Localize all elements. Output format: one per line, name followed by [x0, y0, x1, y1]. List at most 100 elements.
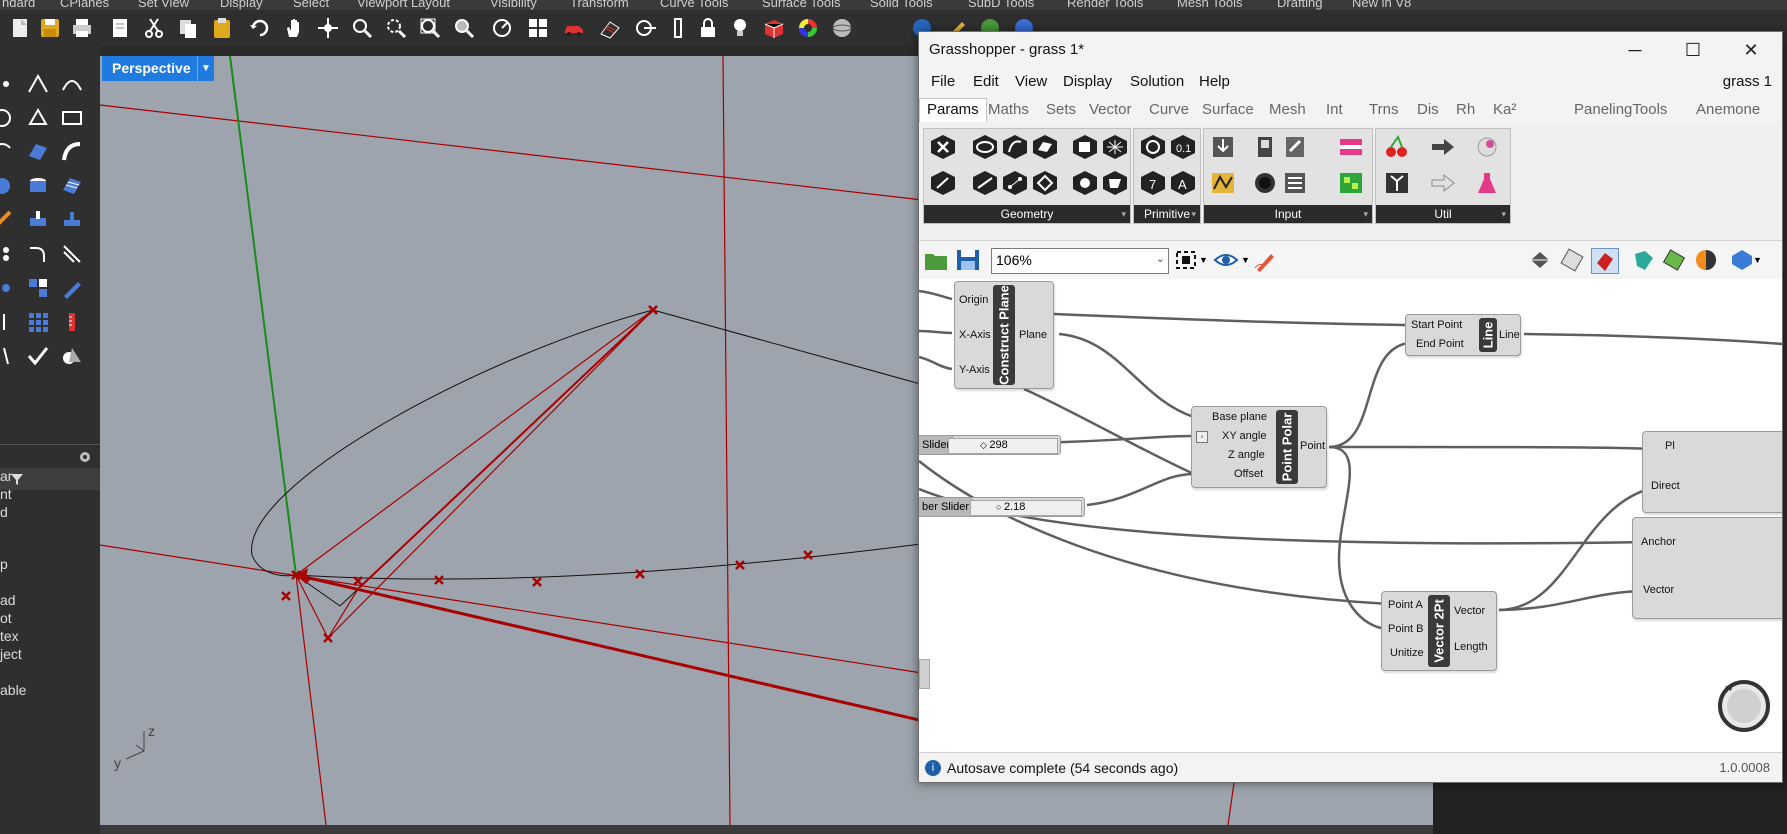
light-bulb-icon[interactable] [728, 16, 752, 40]
input-port-vector[interactable]: Vector [1643, 584, 1674, 596]
input-port-offset[interactable]: Offset [1234, 468, 1263, 480]
geometry-cache-icon[interactable] [1100, 169, 1130, 197]
line-param-icon[interactable] [970, 169, 1000, 197]
bake-icon[interactable] [1631, 248, 1657, 272]
rhino-tab[interactable]: SubD Tools [968, 0, 1034, 10]
array-grid-icon[interactable] [26, 276, 50, 300]
point-polar-component[interactable]: Base plane ◦ XY angle Z angle Offset Poi… [1191, 406, 1327, 488]
material-icon[interactable] [1693, 248, 1719, 272]
value-list-icon[interactable] [1280, 169, 1310, 197]
import-icon[interactable] [1208, 133, 1238, 161]
rhino-tab[interactable]: Drafting [1277, 0, 1323, 10]
rhino-tab[interactable]: Render Tools [1067, 0, 1143, 10]
input-port-x-axis[interactable]: X-Axis [959, 329, 991, 341]
rhino-tab[interactable]: Viewport Layout [357, 0, 450, 10]
panel-expand-icon[interactable]: ▾ [1121, 205, 1126, 223]
tab-params[interactable]: Params [919, 98, 987, 124]
text-param-icon[interactable]: A [1168, 169, 1198, 197]
tree-icon[interactable] [1382, 169, 1412, 197]
rhino-tab[interactable]: Mesh Tools [1177, 0, 1243, 10]
tab-ka2[interactable]: Ka² [1493, 101, 1516, 118]
title-bar[interactable]: Grasshopper - grass 1* ─ ☐ ✕ [919, 32, 1782, 68]
surface-icon[interactable] [26, 140, 50, 164]
print-icon[interactable] [70, 16, 94, 40]
number-param-icon[interactable]: 0.1 [1168, 133, 1198, 161]
zoom-window-icon[interactable] [384, 16, 408, 40]
chevron-down-icon[interactable]: ▼ [1199, 255, 1208, 265]
tab-curve[interactable]: Curve [1149, 101, 1189, 118]
minimize-icon[interactable]: ─ [1606, 32, 1664, 68]
bake-green-icon[interactable] [1661, 248, 1687, 272]
box-render-icon[interactable] [762, 16, 786, 40]
vector-2pt-component[interactable]: Point A Point B Unitize Vector 2Pt Vecto… [1381, 591, 1497, 671]
navigation-dial-icon[interactable] [1715, 677, 1773, 735]
arc-icon[interactable] [0, 140, 14, 164]
points-icon[interactable] [0, 242, 14, 266]
surface-param-icon[interactable] [1030, 133, 1060, 161]
sketch-icon[interactable] [1253, 248, 1279, 272]
rhino-tab[interactable]: Transform [570, 0, 629, 10]
panel-expand-icon[interactable]: ▾ [1501, 205, 1506, 223]
rhino-tab[interactable]: ndard [2, 0, 35, 10]
cut-icon[interactable] [142, 16, 166, 40]
viewport-tab[interactable]: Perspective ▼ [102, 56, 214, 81]
gumball-icon[interactable] [634, 16, 658, 40]
input-port-xy-angle[interactable]: XY angle [1222, 430, 1266, 442]
mesh-param-icon[interactable] [1100, 133, 1130, 161]
rhino-tab[interactable]: Surface Tools [762, 0, 841, 10]
colour-swatch-icon[interactable] [1250, 169, 1280, 197]
rhino-tab[interactable]: Solid Tools [870, 0, 933, 10]
tab-dis[interactable]: Dis [1417, 101, 1439, 118]
shape-icon[interactable] [60, 344, 84, 368]
menu-help[interactable]: Help [1199, 73, 1230, 90]
walk-icon[interactable] [0, 344, 14, 368]
four-viewports-icon[interactable] [526, 16, 550, 40]
maximize-icon[interactable]: ☐ [1664, 32, 1722, 68]
chevron-down-icon[interactable]: ▼ [197, 56, 214, 81]
info-icon[interactable]: i [925, 760, 941, 776]
undo-icon[interactable] [248, 16, 272, 40]
boolean-icon[interactable] [26, 208, 50, 232]
rectangle-icon[interactable] [60, 106, 84, 130]
open-file-icon[interactable] [923, 248, 949, 272]
polygon-icon[interactable] [26, 106, 50, 130]
save-file-icon[interactable] [955, 248, 981, 272]
input-port-end-point[interactable]: End Point [1416, 338, 1464, 350]
output-port-pl[interactable]: Pl [1665, 440, 1675, 452]
chevron-down-icon[interactable]: ⌄ [1156, 252, 1165, 265]
copy-icon[interactable] [176, 16, 200, 40]
input-port-base-plane[interactable]: Base plane [1212, 411, 1267, 423]
menu-file[interactable]: File [931, 73, 955, 90]
chevron-down-icon[interactable]: ▼ [1753, 255, 1762, 265]
color-wheel-icon[interactable] [796, 16, 820, 40]
tab-panelingtools[interactable]: PanelingTools [1574, 101, 1667, 118]
partial-component[interactable]: Pl Direct [1642, 431, 1782, 513]
rhino-tab[interactable]: Display [220, 0, 263, 10]
curve-param-icon[interactable] [1000, 133, 1030, 161]
input-port-origin[interactable]: Origin [959, 294, 988, 306]
boolean-toggle-icon[interactable] [1280, 133, 1310, 161]
image-sampler-icon[interactable] [1336, 169, 1366, 197]
input-port-start-point[interactable]: Start Point [1411, 319, 1462, 331]
flask-icon[interactable] [1472, 169, 1502, 197]
tab-vector[interactable]: Vector [1089, 101, 1132, 118]
zoom-select[interactable]: 106% ⌄ [991, 248, 1169, 274]
dimension-icon[interactable] [0, 310, 14, 334]
tab-int[interactable]: Int [1326, 101, 1343, 118]
polyline-icon[interactable] [26, 72, 50, 96]
grasshopper-canvas[interactable]: Origin X-Axis Y-Axis Construct Plane Pla… [919, 279, 1782, 752]
tab-rh[interactable]: Rh [1456, 101, 1475, 118]
point-icon[interactable] [0, 72, 14, 96]
panel-input-footer[interactable]: Input ▾ [1204, 205, 1372, 223]
lock-icon[interactable] [696, 16, 720, 40]
preview-shaded-icon[interactable] [1591, 248, 1619, 274]
boolean-param-icon[interactable] [1138, 133, 1168, 161]
cherry-icon[interactable] [1382, 133, 1412, 161]
mesh-tool-icon[interactable] [60, 174, 84, 198]
input-port-point-b[interactable]: Point B [1388, 623, 1423, 635]
circle-param-icon[interactable] [970, 133, 1000, 161]
tab-trns[interactable]: Trns [1369, 101, 1398, 118]
arrow-right-icon[interactable] [1428, 133, 1458, 161]
integer-param-icon[interactable]: 7 [1138, 169, 1168, 197]
array-icon[interactable] [0, 276, 14, 300]
